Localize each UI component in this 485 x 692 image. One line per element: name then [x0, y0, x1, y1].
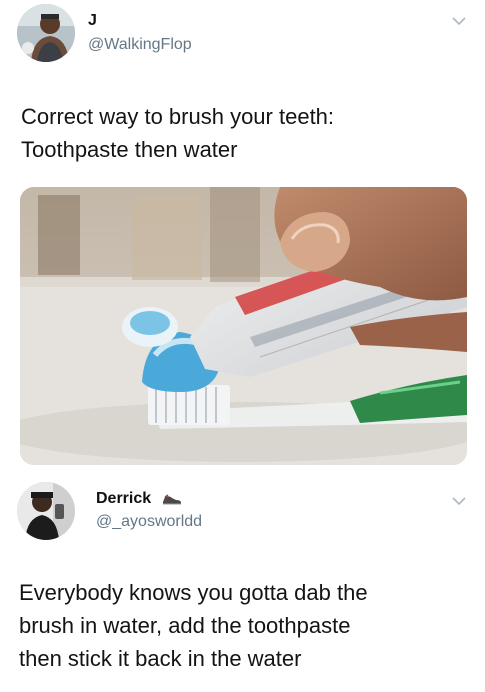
tweet-photo[interactable]: [20, 187, 467, 465]
author-name[interactable]: J: [88, 12, 97, 30]
tweet-text: Correct way to brush your teeth: Toothpa…: [21, 100, 334, 166]
author-handle[interactable]: @_ayosworldd: [96, 513, 202, 531]
author-name[interactable]: Derrick: [96, 490, 182, 508]
chevron-down-icon[interactable]: [452, 497, 466, 506]
avatar[interactable]: [17, 482, 75, 540]
tweet-text-line: brush in water, add the toothpaste: [19, 613, 351, 638]
tweet-first: J @WalkingFlop Correct way to brush your…: [0, 0, 485, 470]
tweet-reply: Derrick @_ayosworldd Everybody knows you…: [0, 470, 485, 692]
author-name-text: Derrick: [96, 490, 152, 507]
avatar[interactable]: [17, 4, 75, 62]
sneaker-emoji-icon: [162, 494, 181, 505]
tweet-text: Everybody knows you gotta dab the brush …: [19, 576, 368, 675]
author-handle[interactable]: @WalkingFlop: [88, 36, 192, 54]
tweet-text-line: Everybody knows you gotta dab the: [19, 580, 368, 605]
tweet-text-line: Toothpaste then water: [21, 137, 238, 162]
chevron-down-icon[interactable]: [452, 17, 466, 26]
tweet-text-line: Correct way to brush your teeth:: [21, 104, 335, 129]
tweet-text-line: then stick it back in the water: [19, 646, 302, 671]
